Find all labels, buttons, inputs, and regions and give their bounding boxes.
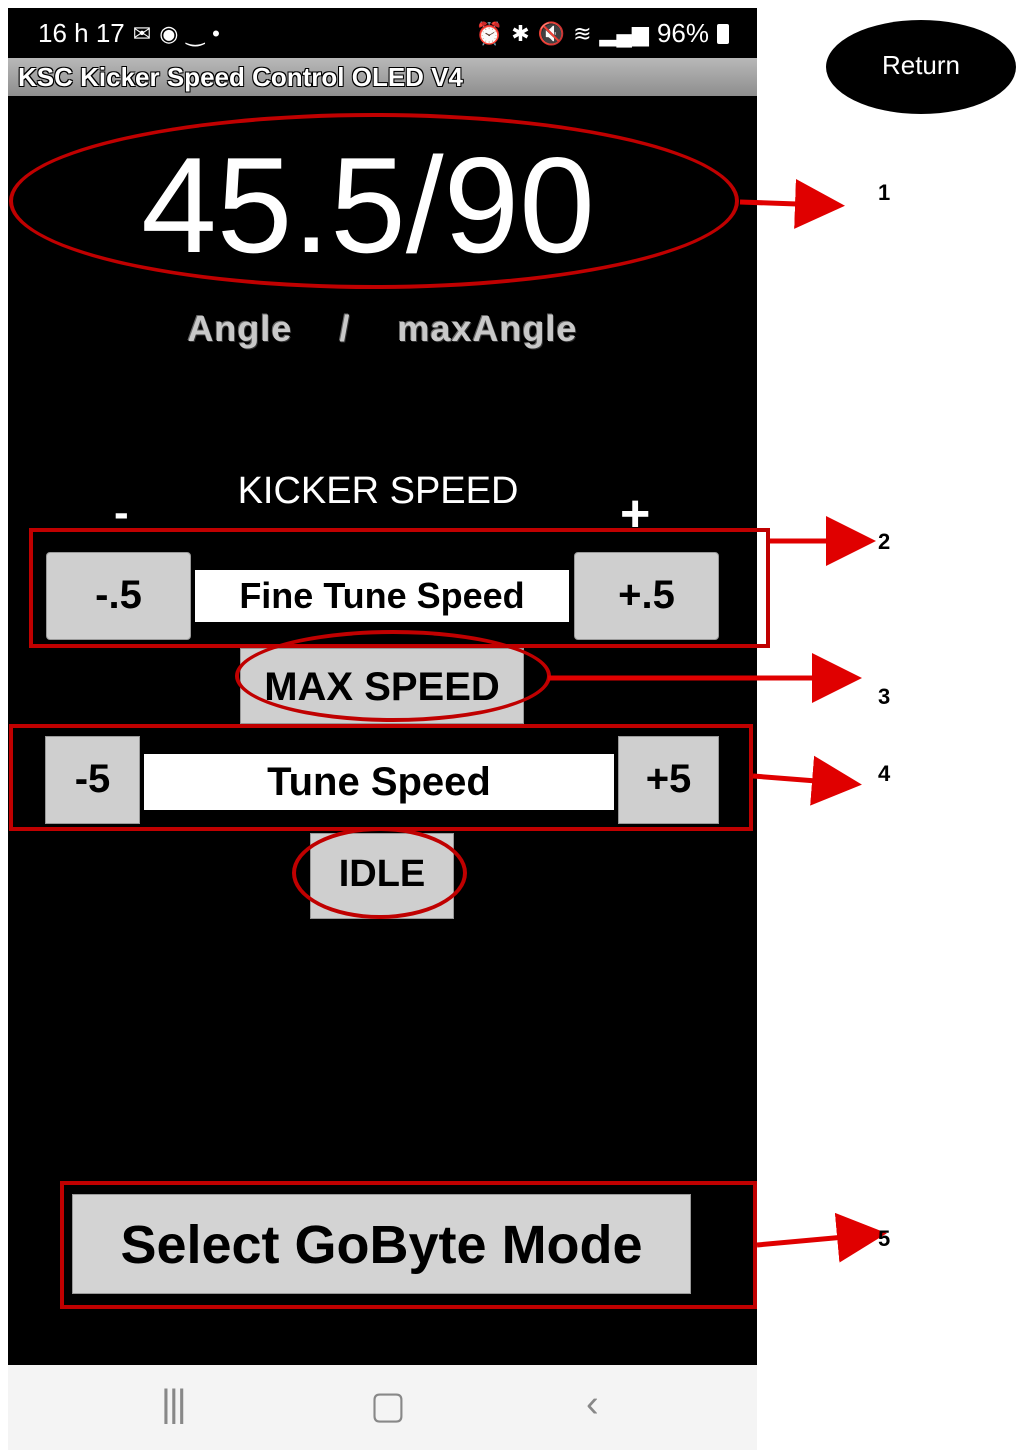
annotation-box-4	[9, 724, 753, 831]
navigation-bar: ||| ▢ ‹	[8, 1365, 757, 1450]
status-bar: 16 h 17 ✉ ◉ ‿ • ⏰ ✱ 🔇 ≋ ▂▄▆ 96%	[8, 8, 757, 58]
mute-icon: 🔇	[537, 20, 566, 46]
battery-icon	[717, 23, 729, 44]
callout-5: 5	[878, 1226, 891, 1251]
app-title-bar: KSC Kicker Speed Control OLED V4	[8, 58, 757, 96]
callout-3: 3	[878, 684, 891, 709]
alarm-icon: ⏰	[475, 20, 504, 46]
status-time: 16 h 17	[38, 18, 125, 48]
bluetooth-icon: ✱	[511, 20, 530, 46]
dot-icon: •	[212, 20, 220, 46]
caption-angle: Angle	[187, 308, 293, 349]
battery-percent: 96%	[656, 18, 709, 48]
caption-max-angle: maxAngle	[397, 308, 578, 349]
angle-caption: Angle / maxAngle	[8, 308, 757, 350]
signal-icon: ▂▄▆	[599, 20, 649, 46]
return-button[interactable]: Return	[826, 20, 1016, 114]
callout-1: 1	[878, 180, 891, 205]
arc-icon: ‿	[186, 20, 205, 46]
app-title: KSC Kicker Speed Control OLED V4	[18, 62, 463, 92]
annotation-ellipse-5	[292, 827, 467, 919]
gmail-icon: ✉	[132, 20, 152, 46]
messenger-icon: ◉	[159, 20, 179, 46]
callout-2: 2	[878, 529, 891, 554]
wifi-icon: ≋	[573, 20, 592, 46]
back-icon[interactable]: ‹	[586, 1383, 599, 1426]
callout-4: 4	[878, 761, 891, 786]
annotation-ellipse-1	[9, 113, 739, 289]
arrow-5	[756, 1212, 887, 1263]
arrow-4	[752, 755, 862, 806]
annotation-box-6	[60, 1181, 757, 1309]
recent-apps-icon[interactable]: |||	[161, 1383, 187, 1426]
home-icon[interactable]: ▢	[370, 1383, 406, 1428]
caption-separator: /	[339, 308, 351, 349]
annotation-ellipse-3	[235, 630, 551, 722]
